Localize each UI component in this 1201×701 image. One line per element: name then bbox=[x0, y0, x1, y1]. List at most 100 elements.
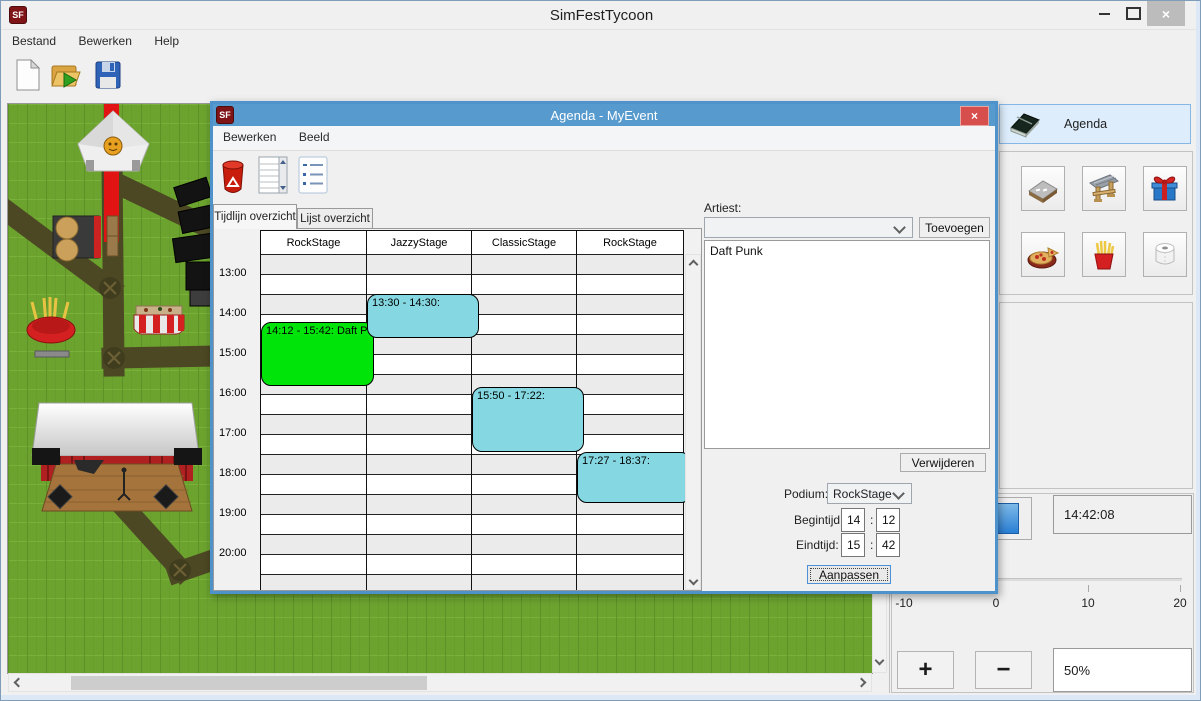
scroll-up-icon[interactable] bbox=[689, 260, 699, 270]
chevron-down-icon bbox=[893, 221, 906, 234]
end-hour-input[interactable]: 15 bbox=[841, 533, 865, 557]
time-label: 19:00 bbox=[219, 507, 247, 519]
item-fries-button[interactable] bbox=[1082, 232, 1126, 277]
time-label: 18:00 bbox=[219, 467, 247, 479]
time-separator: : bbox=[870, 538, 873, 552]
schedule-event[interactable]: 15:50 - 17:22: bbox=[472, 387, 584, 452]
maximize-button[interactable] bbox=[1120, 1, 1146, 26]
artist-list-item[interactable]: Daft Punk bbox=[705, 241, 989, 261]
list-view-icon bbox=[298, 156, 328, 194]
zoom-level-field[interactable]: 50% bbox=[1053, 648, 1192, 692]
fries-icon bbox=[1087, 238, 1121, 272]
menu-bestand[interactable]: Bestand bbox=[3, 30, 65, 52]
artist-list[interactable]: Daft Punk bbox=[704, 240, 990, 449]
zoom-in-button[interactable]: + bbox=[897, 651, 954, 689]
schedule-grid[interactable]: 14:12 - 15:42: Daft Punk13:30 - 14:30: 15… bbox=[260, 254, 684, 590]
remove-artist-label: Verwijderen bbox=[912, 456, 975, 470]
stage-column-header: JazzyStage bbox=[366, 231, 471, 254]
grid-vertical-scrollbar[interactable] bbox=[685, 254, 701, 590]
dialog-close-button[interactable]: × bbox=[960, 106, 989, 126]
maximize-icon bbox=[1126, 7, 1141, 20]
timeline-view-button[interactable] bbox=[255, 154, 291, 196]
delete-event-button[interactable] bbox=[215, 156, 251, 198]
dialog-menu-beeld[interactable]: Beeld bbox=[290, 126, 339, 148]
minimize-button[interactable] bbox=[1091, 1, 1117, 26]
artist-combo[interactable] bbox=[704, 217, 913, 238]
slider-tick-label: 10 bbox=[1073, 596, 1103, 610]
item-gift-button[interactable] bbox=[1143, 166, 1187, 211]
end-minute-value: 42 bbox=[882, 538, 895, 552]
podium-label: Podium: bbox=[784, 487, 828, 501]
zoom-out-button[interactable]: − bbox=[975, 651, 1032, 689]
new-file-button[interactable] bbox=[11, 56, 45, 94]
agenda-button[interactable]: Agenda bbox=[999, 104, 1191, 144]
road-tile-icon bbox=[1026, 172, 1060, 206]
scroll-right-icon[interactable] bbox=[857, 678, 867, 688]
clock-display: 14:42:08 bbox=[1053, 495, 1192, 534]
podium-combo[interactable]: RockStage bbox=[827, 483, 912, 504]
gift-icon bbox=[1148, 172, 1182, 206]
open-file-icon bbox=[50, 59, 82, 91]
slider-tick-label: 20 bbox=[1165, 596, 1195, 610]
scrollbar-thumb[interactable] bbox=[71, 676, 427, 690]
slider-tick-label: -10 bbox=[889, 596, 919, 610]
new-file-icon bbox=[15, 59, 41, 91]
remove-artist-button[interactable]: Verwijderen bbox=[900, 453, 986, 472]
start-minute-input[interactable]: 12 bbox=[876, 508, 900, 532]
title-bar: SF SimFestTycoon × bbox=[1, 1, 1201, 29]
save-file-icon bbox=[94, 60, 122, 90]
tab-label: Tijdlijn overzicht bbox=[214, 211, 295, 223]
artist-label: Artiest: bbox=[704, 201, 741, 215]
schedule-event[interactable]: 17:27 - 18:37: bbox=[577, 452, 691, 503]
item-road-tile-button[interactable] bbox=[1021, 166, 1065, 211]
timeline-view-icon bbox=[258, 156, 288, 194]
menu-bar: Bestand Bewerken Help bbox=[1, 29, 1201, 52]
scroll-down-icon[interactable] bbox=[689, 576, 699, 586]
open-file-button[interactable] bbox=[49, 56, 83, 94]
window-bottom-border bbox=[1, 695, 1201, 701]
schedule-event[interactable]: 14:12 - 15:42: Daft Punk bbox=[261, 322, 374, 386]
podium-combo-value: RockStage bbox=[833, 487, 892, 501]
menu-bewerken[interactable]: Bewerken bbox=[70, 30, 141, 52]
burger-stand bbox=[53, 216, 118, 261]
dialog-title-bar[interactable]: SF Agenda - MyEvent × bbox=[213, 104, 995, 126]
plus-icon: + bbox=[918, 656, 932, 684]
dialog-menu-bar: Bewerken Beeld bbox=[213, 126, 995, 151]
start-minute-value: 12 bbox=[882, 513, 895, 527]
dialog-logo-icon: SF bbox=[216, 106, 234, 124]
slider-tick-label: 0 bbox=[981, 596, 1011, 610]
time-label: 16:00 bbox=[219, 387, 247, 399]
time-label: 14:00 bbox=[219, 307, 247, 319]
save-file-button[interactable] bbox=[91, 56, 125, 94]
item-pizza-button[interactable] bbox=[1021, 232, 1065, 277]
menu-help[interactable]: Help bbox=[145, 30, 188, 52]
list-view-button[interactable] bbox=[295, 154, 331, 196]
agenda-button-label: Agenda bbox=[1064, 117, 1107, 131]
item-stage-structure-button[interactable] bbox=[1082, 166, 1126, 211]
close-button[interactable]: × bbox=[1147, 1, 1185, 26]
dialog-menu-bewerken[interactable]: Bewerken bbox=[214, 126, 285, 148]
time-label: 17:00 bbox=[219, 427, 247, 439]
tab-lijst-overzicht[interactable]: Lijst overzicht bbox=[297, 208, 373, 229]
time-label: 20:00 bbox=[219, 547, 247, 559]
timeline-tab-page: 13:0014:0015:0016:0017:0018:0019:0020:00… bbox=[213, 228, 702, 591]
delete-trash-icon bbox=[221, 159, 245, 195]
schedule-event[interactable]: 13:30 - 14:30: bbox=[367, 294, 479, 338]
start-hour-input[interactable]: 14 bbox=[841, 508, 865, 532]
close-icon: × bbox=[971, 109, 978, 123]
close-icon: × bbox=[1162, 6, 1170, 22]
scroll-down-icon[interactable] bbox=[875, 656, 885, 666]
window-title: SimFestTycoon bbox=[1, 7, 1201, 24]
end-minute-input[interactable]: 42 bbox=[876, 533, 900, 557]
add-artist-button[interactable]: Toevoegen bbox=[919, 217, 990, 238]
pizza-icon bbox=[1026, 238, 1060, 272]
item-toilet-paper-button[interactable] bbox=[1143, 232, 1187, 277]
stage-column-header: RockStage bbox=[260, 231, 366, 254]
clock-value: 14:42:08 bbox=[1064, 507, 1115, 522]
end-hour-value: 15 bbox=[847, 538, 860, 552]
apply-button[interactable]: Aanpassen bbox=[807, 565, 891, 584]
scroll-left-icon[interactable] bbox=[14, 678, 24, 688]
stage-header-row: RockStageJazzyStageClassicStageRockStage bbox=[260, 230, 684, 254]
tab-tijdlijn-overzicht[interactable]: Tijdlijn overzicht bbox=[213, 204, 297, 229]
map-horizontal-scrollbar[interactable] bbox=[8, 673, 872, 692]
